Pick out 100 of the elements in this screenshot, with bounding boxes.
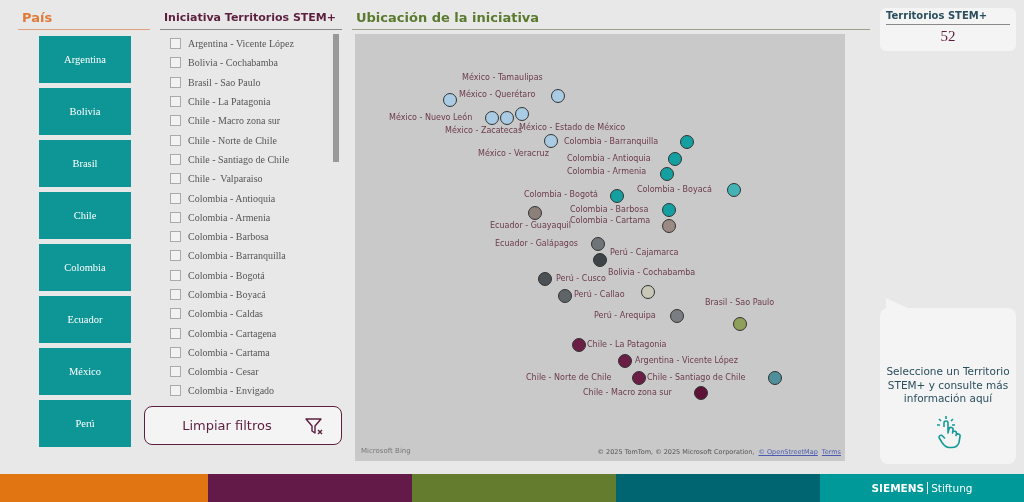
initiative-label[interactable]: Colombia - Barbosa: [188, 231, 269, 243]
checkbox[interactable]: [170, 385, 181, 397]
checkbox[interactable]: [170, 38, 181, 50]
country-button[interactable]: Bolivia: [39, 88, 131, 135]
location-bubble[interactable]: [670, 309, 684, 323]
location-bubble[interactable]: [694, 386, 708, 400]
kpi-value: 52: [939, 27, 957, 45]
location-label: Perú - Cusco: [556, 274, 606, 284]
location-bubble[interactable]: [680, 135, 694, 149]
checkbox[interactable]: [170, 327, 181, 339]
location-label: Ecuador - Guayaquil: [490, 221, 572, 231]
location-label: Colombia - Antioquia: [567, 154, 651, 164]
initiative-label[interactable]: Colombia - Boyacá: [188, 289, 266, 300]
country-button[interactable]: Brasil: [39, 140, 131, 187]
initiative-label[interactable]: Bolivia - Cochabamba: [188, 57, 278, 69]
location-bubble[interactable]: [500, 111, 514, 125]
section-title: Ubicación de la iniciativa: [352, 8, 870, 30]
location-bubble[interactable]: [632, 371, 646, 385]
location-bubble[interactable]: [727, 183, 741, 197]
checkbox[interactable]: [170, 96, 181, 108]
initiative-label[interactable]: Colombia - Caldas: [188, 308, 263, 320]
initiative-label[interactable]: Chile - Macro zona sur: [188, 115, 281, 127]
location-bubble[interactable]: [668, 152, 682, 166]
initiative-label[interactable]: Colombia - Cartagena: [188, 327, 277, 339]
checkbox[interactable]: [170, 269, 181, 281]
initiative-label[interactable]: Brasil - Sao Paulo: [188, 76, 261, 88]
initiative-label[interactable]: Colombia - Bogotá: [188, 269, 265, 281]
location-bubble[interactable]: [544, 134, 558, 148]
location-label: México - Veracruz: [478, 149, 549, 159]
checkbox[interactable]: [170, 250, 181, 262]
location-bubble[interactable]: [558, 289, 572, 303]
location-label: Colombia - Barranquilla: [564, 137, 659, 147]
location-label: México - Tamaulipas: [462, 73, 543, 83]
initiative-label[interactable]: Argentina - Vicente López: [188, 38, 294, 50]
location-label: Chile - Santiago de Chile: [647, 373, 746, 383]
location-bubble[interactable]: [618, 354, 632, 368]
checkbox[interactable]: [170, 366, 181, 378]
location-bubble[interactable]: [485, 111, 499, 125]
filter-clear-icon: [303, 415, 324, 436]
kpi-title: Territorios STEM+: [886, 10, 1010, 25]
clear-filters-button[interactable]: Limpiar filtros: [144, 406, 342, 445]
country-button[interactable]: México: [39, 348, 131, 395]
location-label: Ecuador - Galápagos: [495, 239, 578, 249]
scrollbar[interactable]: [333, 34, 339, 162]
country-button[interactable]: Perú: [39, 400, 131, 447]
location-bubble[interactable]: [641, 285, 655, 299]
checkbox[interactable]: [170, 57, 181, 69]
location-label: Perú - Arequipa: [594, 311, 656, 321]
initiative-label[interactable]: Colombia - Armenia: [188, 211, 271, 223]
location-bubble[interactable]: [662, 219, 676, 233]
location-bubble[interactable]: [515, 107, 529, 121]
checkbox[interactable]: [170, 211, 181, 223]
country-button[interactable]: Chile: [39, 192, 131, 239]
checkbox[interactable]: [170, 76, 181, 88]
checkbox[interactable]: [170, 289, 181, 300]
checkbox[interactable]: [170, 115, 181, 127]
initiative-label[interactable]: Chile - Valparaiso: [188, 173, 263, 185]
location-bubble[interactable]: [662, 203, 676, 217]
country-button[interactable]: Colombia: [39, 244, 131, 291]
initiative-label[interactable]: Colombia - Cartama: [188, 346, 270, 358]
checkbox[interactable]: [170, 192, 181, 204]
location-label: Perú - Callao: [574, 290, 625, 300]
location-label: Argentina - Vicente López: [635, 356, 738, 366]
location-label: Perú - Cajamarca: [610, 248, 679, 258]
country-button[interactable]: Argentina: [39, 36, 131, 83]
checkbox[interactable]: [170, 134, 181, 146]
section-title: Iniciativa Territorios STEM+: [160, 8, 342, 30]
location-bubble[interactable]: [528, 206, 542, 220]
initiative-label[interactable]: Chile - La Patagonia: [188, 96, 271, 108]
initiative-label[interactable]: Colombia - Antioquia: [188, 192, 276, 204]
location-bubble[interactable]: [768, 371, 782, 385]
location-label: Brasil - Sao Paulo: [705, 298, 775, 308]
location-bubble[interactable]: [591, 237, 605, 251]
checkbox[interactable]: [170, 346, 181, 358]
initiative-label[interactable]: Colombia - Barranquilla: [188, 250, 286, 262]
location-bubble[interactable]: [551, 89, 565, 103]
location-label: Chile - La Patagonia: [587, 340, 667, 350]
location-label: Chile - Macro zona sur: [583, 388, 672, 398]
initiative-label[interactable]: Colombia - Cesar: [188, 366, 259, 378]
location-bubble[interactable]: [538, 272, 552, 286]
location-bubble[interactable]: [733, 317, 747, 331]
checkbox[interactable]: [170, 153, 181, 165]
location-label: Colombia - Barbosa: [570, 205, 649, 215]
checkbox[interactable]: [170, 308, 181, 320]
checkbox[interactable]: [170, 231, 181, 243]
location-bubble[interactable]: [660, 167, 674, 181]
info-text: Seleccione un Territorio STEM+ y consulte más información aquí: [885, 365, 1011, 406]
location-label: Colombia - Armenia: [567, 167, 647, 177]
location-bubble[interactable]: [610, 189, 624, 203]
location-label: México - Querétaro: [459, 90, 536, 100]
initiative-label[interactable]: Chile - Norte de Chile: [188, 134, 277, 146]
location-bubble[interactable]: [443, 93, 457, 107]
location-label: México - Nuevo León: [389, 113, 473, 123]
location-bubble[interactable]: [593, 253, 607, 267]
country-button[interactable]: Ecuador: [39, 296, 131, 343]
initiative-label[interactable]: Chile - Santiago de Chile: [188, 153, 290, 165]
checkbox[interactable]: [170, 173, 181, 185]
brand-suffix: Stiftung: [930, 482, 973, 494]
location-bubble[interactable]: [572, 338, 586, 352]
initiative-label[interactable]: Colombia - Envigado: [188, 385, 275, 397]
